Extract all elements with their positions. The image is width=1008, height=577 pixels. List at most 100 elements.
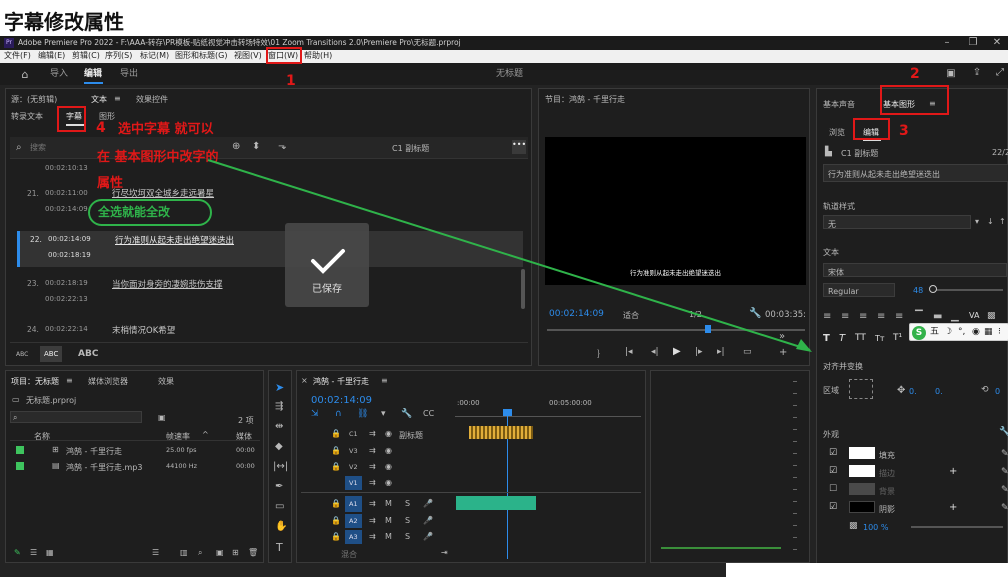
tab-text[interactable]: 文本 (91, 94, 107, 105)
trash-icon[interactable]: 🗑 (248, 548, 258, 557)
type-tool-icon[interactable]: T (276, 541, 283, 554)
mute-button[interactable]: M (385, 499, 392, 508)
sync-icon[interactable]: ⇉ (369, 478, 376, 487)
workspaces-icon[interactable]: ▣ (944, 68, 958, 79)
menu-sequence[interactable]: 序列(S) (105, 52, 132, 60)
superscript-icon[interactable]: T¹ (893, 333, 902, 343)
menu-icon[interactable]: ≡ (66, 376, 73, 385)
eyedropper-icon[interactable]: ✎ (1001, 449, 1008, 459)
position-y[interactable]: 0. (935, 387, 943, 396)
add-marker-icon[interactable]: ▾ (381, 409, 386, 419)
program-timecode[interactable]: 00:02:14:09 (549, 309, 604, 319)
track-a2[interactable]: 🔒 A2 ⇉ M S 🎤 (301, 513, 641, 528)
slip-tool-icon[interactable]: |↔| (273, 461, 288, 472)
tab-effect-controls[interactable]: 效果控件 (136, 94, 168, 105)
menu-graphics[interactable]: 图形和标题(G) (175, 52, 227, 60)
va-icon[interactable]: VA (969, 311, 979, 320)
caption-row-selected[interactable]: 22. 00:02:14:09 00:02:18:19 行为准则从起未走出绝望迷… (17, 231, 523, 267)
snap-icon[interactable]: ∩ (335, 409, 342, 419)
timeline-title[interactable]: 鸿鹄 - 千里行走 (313, 376, 369, 387)
captions-icon[interactable]: CC (423, 409, 434, 418)
faux-bold-icon[interactable]: T (823, 333, 830, 344)
mic-icon[interactable]: 🎤 (423, 499, 433, 508)
list-view-icon[interactable]: ☰ (30, 548, 37, 557)
project-search[interactable]: ⌕ (10, 411, 142, 423)
workspace-tab-edit[interactable]: 编辑 (84, 70, 102, 79)
new-bin-icon[interactable]: ▣ (216, 548, 224, 557)
font-dropdown[interactable]: 宋体 (823, 263, 1007, 277)
all-caps-icon[interactable]: TT (855, 333, 866, 343)
subtab-transcript[interactable]: 转录文本 (11, 111, 43, 122)
uppercase-button[interactable]: ABC (78, 349, 98, 359)
mic-icon[interactable]: 🎤 (423, 532, 433, 541)
lock-icon[interactable]: 🔒 (331, 462, 341, 471)
mute-button[interactable]: M (385, 516, 392, 525)
align-center-icon[interactable]: ≡ (841, 311, 849, 322)
linked-selection-icon[interactable]: ⛓ (357, 409, 368, 419)
add-shadow-icon[interactable]: + (949, 502, 957, 513)
merge-icon[interactable]: ⬎ (278, 141, 286, 152)
find-icon[interactable]: ⌕ (198, 548, 202, 558)
hand-tool-icon[interactable]: ✋ (275, 521, 287, 532)
background-checkbox[interactable]: ☐ (829, 484, 837, 494)
maximize-button[interactable]: ❐ (966, 37, 980, 48)
caption-row[interactable]: 24. 00:02:22:14 末梢情况OK希望 (17, 319, 523, 341)
titlecase-button[interactable]: ABC (40, 346, 63, 362)
lock-icon[interactable]: 🔒 (331, 499, 341, 508)
rotation-value[interactable]: 0 (995, 387, 1000, 396)
step-back-icon[interactable]: ◂| (651, 347, 659, 357)
play-icon[interactable]: ▶ (673, 346, 681, 357)
lock-icon[interactable]: 🔒 (331, 429, 341, 438)
caption-text[interactable]: 末梢情况OK希望 (112, 324, 175, 336)
sync-icon[interactable]: ⇉ (369, 462, 376, 471)
shadow-swatch[interactable] (849, 501, 875, 513)
track-style-dropdown[interactable]: 无 (823, 215, 971, 229)
playhead-marker[interactable] (705, 325, 711, 333)
dropdown-arrow-icon[interactable]: ▾ (975, 217, 979, 226)
menu-file[interactable]: 文件(F) (4, 52, 31, 60)
split-icon[interactable]: ⬍ (252, 141, 260, 152)
position-x[interactable]: 0. (909, 387, 917, 396)
minimize-button[interactable]: – (940, 37, 954, 48)
caption-text[interactable]: 行尽坎坷双全城乡走远暑星 (112, 187, 214, 199)
tab-media-browser[interactable]: 媒体浏览器 (88, 376, 128, 387)
lowercase-button[interactable]: ABC (16, 351, 28, 358)
project-item[interactable]: ▤ 鸿鹄 - 千里行走.mp3 44100 Hz 00:00 (10, 459, 260, 473)
close-sequence-icon[interactable]: × (301, 376, 308, 385)
eyedropper-icon[interactable]: ✎ (1001, 485, 1008, 495)
eyedropper-icon[interactable]: ✎ (1001, 467, 1008, 477)
new-item-icon[interactable]: ⊞ (232, 548, 239, 557)
arrow-down-icon[interactable]: ↓ (987, 217, 994, 226)
eye-icon[interactable]: ◉ (385, 429, 392, 438)
ripple-edit-icon[interactable]: ⇹ (275, 421, 283, 432)
track-v2[interactable]: 🔒 V2 ⇉ ◉ (301, 459, 641, 473)
eyedropper-icon[interactable]: ✎ (1001, 503, 1008, 513)
nest-icon[interactable]: ⇲ (311, 409, 319, 419)
caption-row[interactable]: 23. 00:02:18:19 00:02:22:13 当你面对身旁的凄婉悲伤支… (17, 275, 523, 311)
caption-text-box[interactable]: 行为准则从起未走出绝望迷迭出 (823, 164, 1008, 182)
align-right-icon[interactable]: ≡ (859, 311, 867, 322)
justify-last-icon[interactable]: ≡ (895, 311, 903, 322)
caption-clips[interactable] (469, 426, 533, 439)
align-top-icon[interactable]: ▔ (915, 311, 923, 322)
tab-project[interactable]: 项目：无标题 (11, 376, 59, 387)
fill-swatch[interactable] (849, 447, 875, 459)
menu-view[interactable]: 视图(V) (234, 52, 262, 60)
add-button-icon[interactable]: + (779, 347, 787, 358)
tab-effects[interactable]: 效果 (158, 376, 174, 387)
arrow-up-icon[interactable]: ↑ (999, 217, 1006, 226)
mark-in-icon[interactable]: ｝ (597, 347, 606, 360)
track-a1[interactable]: 🔒 A1 ⇉ M S 🎤 (301, 495, 641, 512)
menu-icon[interactable]: ≡ (381, 376, 388, 385)
align-left-icon[interactable]: ≡ (823, 311, 831, 322)
stroke-swatch[interactable] (849, 465, 875, 477)
menu-icon[interactable]: ≡ (114, 94, 121, 103)
sync-icon[interactable]: ⇉ (369, 499, 376, 508)
background-swatch[interactable] (849, 483, 875, 495)
column-frame-rate[interactable]: 帧速率 (166, 431, 190, 442)
project-item[interactable]: ⊞ 鸿鹄 - 千里行走 25.00 fps 00:00 (10, 443, 260, 457)
sync-icon[interactable]: ⇉ (369, 516, 376, 525)
lock-icon[interactable]: 🔒 (331, 532, 341, 541)
wrench-icon[interactable]: 🔧 (749, 308, 761, 319)
add-caption-icon[interactable]: ⊕ (232, 141, 240, 152)
